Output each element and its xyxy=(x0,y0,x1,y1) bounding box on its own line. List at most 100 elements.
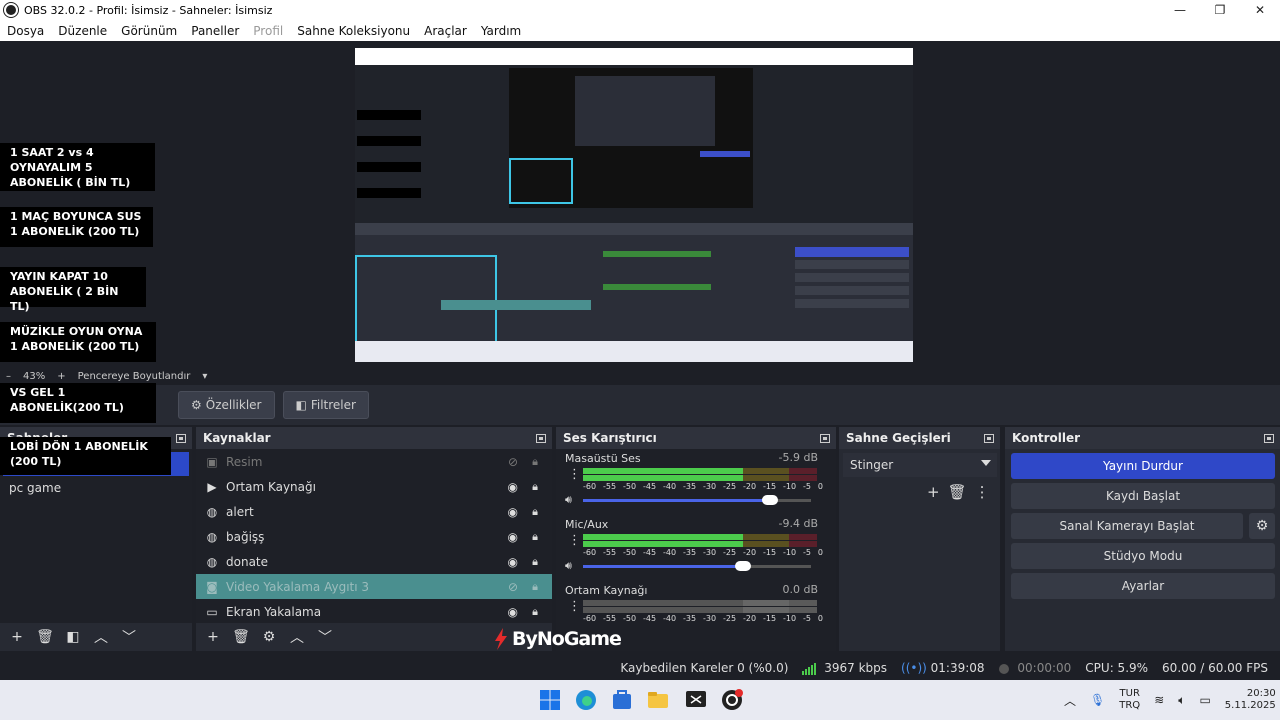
add-source-button[interactable]: + xyxy=(202,629,224,645)
channel-menu-icon[interactable]: ⋮ xyxy=(568,600,581,613)
clock[interactable]: 20:30 5.11.2025 xyxy=(1225,688,1276,712)
source-item-donate[interactable]: ◍ donate ◉ 🔒︎ xyxy=(196,549,552,574)
remove-source-trash-icon[interactable]: 🗑 xyxy=(230,629,252,645)
eye-icon[interactable]: ◉ xyxy=(508,605,518,619)
battery-icon[interactable]: ▭ xyxy=(1199,693,1210,707)
menu-file[interactable]: Dosya xyxy=(0,24,51,38)
transition-select[interactable]: Stinger xyxy=(843,453,997,477)
scene-item-pc-game[interactable]: pc game xyxy=(0,476,192,500)
preview-area[interactable]: 1 SAAT 2 vs 4 OYNAYALIM 5 ABONELİK ( BİN… xyxy=(0,41,1280,385)
volume-track[interactable] xyxy=(583,565,743,568)
menu-profile[interactable]: Profil xyxy=(246,24,290,38)
zoom-out-button[interactable]: – xyxy=(0,371,17,382)
stop-streaming-button[interactable]: Yayını Durdur xyxy=(1011,453,1275,479)
studio-mode-button[interactable]: Stüdyo Modu xyxy=(1011,543,1275,569)
zoom-mode-select[interactable]: Pencereye Boyutlandır xyxy=(72,371,197,382)
start-virtual-camera-button[interactable]: Sanal Kamerayı Başlat xyxy=(1011,513,1243,539)
float-dock-icon[interactable] xyxy=(1264,433,1274,443)
menu-help[interactable]: Yardım xyxy=(474,24,528,38)
file-explorer-icon[interactable] xyxy=(646,688,670,712)
source-item-ortam-kaynagi[interactable]: ▶ Ortam Kaynağı ◉ 🔒︎ xyxy=(196,474,552,499)
start-recording-button[interactable]: Kaydı Başlat xyxy=(1011,483,1275,509)
float-dock-icon[interactable] xyxy=(536,433,546,443)
obs-taskbar-icon[interactable] xyxy=(720,688,744,712)
volume-icon[interactable]: 🔈︎ xyxy=(1178,693,1185,708)
eye-icon[interactable]: ◉ xyxy=(508,530,518,544)
snipping-tool-icon[interactable] xyxy=(684,688,708,712)
language-indicator[interactable]: TUR TRQ xyxy=(1119,688,1140,712)
lock-icon[interactable]: 🔒︎ xyxy=(532,530,538,544)
chevron-down-icon[interactable]: ▾ xyxy=(196,371,213,382)
move-up-chevron-icon[interactable]: ︿ xyxy=(90,627,112,647)
volume-knob[interactable] xyxy=(735,561,751,571)
meter-danger-zone xyxy=(789,541,817,547)
float-dock-icon[interactable] xyxy=(820,433,830,443)
add-transition-button[interactable]: + xyxy=(927,483,940,501)
microphone-icon[interactable]: 🎙︎ xyxy=(1090,693,1105,707)
filters-button[interactable]: ◧ Filtreler xyxy=(282,391,369,419)
meter-tick-label: -20 xyxy=(743,548,757,557)
virtual-camera-gear-icon[interactable]: ⚙ xyxy=(1249,513,1275,539)
volume-track-rest[interactable] xyxy=(743,565,811,568)
channel-menu-icon[interactable]: ⋮ xyxy=(568,468,581,481)
eye-icon[interactable]: ◉ xyxy=(508,505,518,519)
menu-view[interactable]: Görünüm xyxy=(114,24,184,38)
window-title: OBS 32.0.2 - Profil: İsimsiz - Sahneler:… xyxy=(24,3,273,17)
maximize-button[interactable]: ❐ xyxy=(1200,3,1240,17)
edge-browser-icon[interactable] xyxy=(574,688,598,712)
lock-icon[interactable]: 🔒︎ xyxy=(532,505,538,519)
eye-icon[interactable]: ◉ xyxy=(508,555,518,569)
show-hidden-icons-chevron-icon[interactable]: ︿ xyxy=(1064,692,1076,709)
meter-tick-label: 0 xyxy=(817,482,823,491)
float-dock-icon[interactable] xyxy=(984,433,994,443)
windows-start-icon[interactable] xyxy=(538,688,562,712)
lock-icon[interactable]: 🔒︎ xyxy=(532,605,538,619)
menu-tools[interactable]: Araçlar xyxy=(417,24,474,38)
store-icon[interactable] xyxy=(610,688,634,712)
source-item-alert[interactable]: ◍ alert ◉ 🔒︎ xyxy=(196,499,552,524)
hidden-eye-icon[interactable]: ⊘ xyxy=(508,455,518,469)
lock-icon[interactable]: 🔒︎ xyxy=(532,580,538,594)
minimize-button[interactable]: — xyxy=(1160,3,1200,17)
move-down-chevron-icon[interactable]: ﹀ xyxy=(314,627,336,647)
add-scene-button[interactable]: + xyxy=(6,629,28,645)
move-down-chevron-icon[interactable]: ﹀ xyxy=(118,627,140,647)
source-properties-gear-icon[interactable]: ⚙ xyxy=(258,629,280,645)
volume-slider-row: 🔊︎ xyxy=(565,493,815,507)
source-item-video-capture[interactable]: ◙ Video Yakalama Aygıtı 3 ⊘ 🔒︎ xyxy=(196,574,552,599)
remove-scene-trash-icon[interactable]: 🗑 xyxy=(34,629,56,645)
lock-icon[interactable]: 🔒︎ xyxy=(532,480,538,494)
volume-track[interactable] xyxy=(583,499,770,502)
float-dock-icon[interactable] xyxy=(176,433,186,443)
meter-ticks: -60 -55 -50 -45 -40 -35 -30 -25 -20 -15 -10 -5 0 xyxy=(583,548,823,557)
source-item-resim[interactable]: ▣ Resim ⊘ 🔒︎ xyxy=(196,449,552,474)
source-item-bagiss[interactable]: ◍ bağişş ◉ 🔒︎ xyxy=(196,524,552,549)
settings-button[interactable]: Ayarlar xyxy=(1011,573,1275,599)
volume-knob[interactable] xyxy=(762,495,778,505)
meter-tick-label: -10 xyxy=(783,482,797,491)
lock-icon[interactable]: 🔒︎ xyxy=(532,455,538,469)
close-button[interactable]: ✕ xyxy=(1240,3,1280,17)
source-item-screen-capture[interactable]: ▭ Ekran Yakalama ◉ 🔒︎ xyxy=(196,599,552,624)
transition-menu-icon[interactable]: ⋮ xyxy=(975,483,990,501)
source-label: Video Yakalama Aygıtı 3 xyxy=(226,579,370,594)
wifi-icon[interactable]: ≋ xyxy=(1154,693,1164,707)
transitions-dock-header: Sahne Geçişleri xyxy=(839,427,1000,449)
lock-icon[interactable]: 🔒︎ xyxy=(532,555,538,569)
eye-icon[interactable]: ◉ xyxy=(508,480,518,494)
scene-filters-icon[interactable]: ◧ xyxy=(62,629,84,645)
remove-transition-trash-icon[interactable]: 🗑 xyxy=(948,483,967,501)
speaker-icon[interactable]: 🔊︎ xyxy=(565,493,572,507)
properties-button[interactable]: ⚙ Özellikler xyxy=(178,391,275,419)
preview-canvas[interactable] xyxy=(355,48,913,362)
hidden-eye-icon[interactable]: ⊘ xyxy=(508,580,518,594)
speaker-icon[interactable]: 🔊︎ xyxy=(565,559,572,573)
channel-menu-icon[interactable]: ⋮ xyxy=(568,534,581,547)
meter-tick-label: -15 xyxy=(763,548,777,557)
menu-edit[interactable]: Düzenle xyxy=(51,24,114,38)
menu-docks[interactable]: Paneller xyxy=(184,24,246,38)
move-up-chevron-icon[interactable]: ︿ xyxy=(286,627,308,647)
zoom-in-button[interactable]: + xyxy=(51,371,71,382)
menu-scene-collection[interactable]: Sahne Koleksiyonu xyxy=(290,24,417,38)
record-dot-icon xyxy=(998,663,1009,674)
